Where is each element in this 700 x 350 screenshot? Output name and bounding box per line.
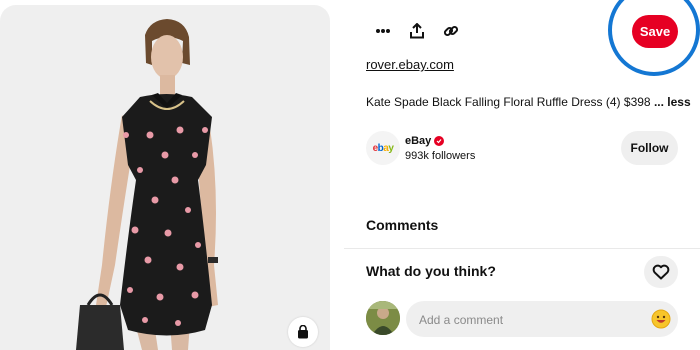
comment-input[interactable] — [417, 301, 646, 339]
follow-button[interactable]: Follow — [621, 131, 678, 165]
copy-link-button[interactable] — [438, 18, 464, 44]
react-heart-button[interactable] — [644, 256, 678, 288]
follower-count: 993k followers — [405, 150, 476, 162]
source-link[interactable]: rover.ebay.com — [366, 57, 454, 72]
shopping-bag-icon — [298, 325, 308, 339]
link-icon — [443, 25, 459, 37]
share-upload-icon — [410, 23, 424, 39]
creator-name-label: eBay — [405, 135, 432, 147]
creator-avatar[interactable]: ebay — [366, 131, 400, 165]
comments-heading: Comments — [366, 217, 439, 233]
comment-input-container — [406, 301, 678, 339]
shop-bag-button[interactable] — [288, 317, 318, 347]
pin-image-panel[interactable] — [0, 5, 330, 350]
creator-name[interactable]: eBay — [405, 135, 445, 147]
more-options-button[interactable] — [370, 18, 396, 44]
pin-image — [76, 19, 218, 350]
comment-prompt: What do you think? — [366, 263, 496, 279]
pin-description: Kate Spade Black Falling Floral Ruffle D… — [366, 95, 691, 109]
verified-badge-icon — [434, 136, 445, 146]
heart-icon — [652, 264, 670, 280]
emoji-picker-icon[interactable] — [651, 309, 671, 329]
ebay-logo-y: y — [388, 142, 394, 154]
user-avatar-image — [366, 301, 400, 335]
description-text: Kate Spade Black Falling Floral Ruffle D… — [366, 95, 651, 109]
more-horizontal-icon — [376, 29, 390, 33]
divider — [344, 248, 700, 249]
show-less-link[interactable]: ... less — [654, 95, 691, 109]
save-button[interactable]: Save — [632, 15, 678, 48]
share-button[interactable] — [404, 18, 430, 44]
user-avatar[interactable] — [366, 301, 400, 335]
